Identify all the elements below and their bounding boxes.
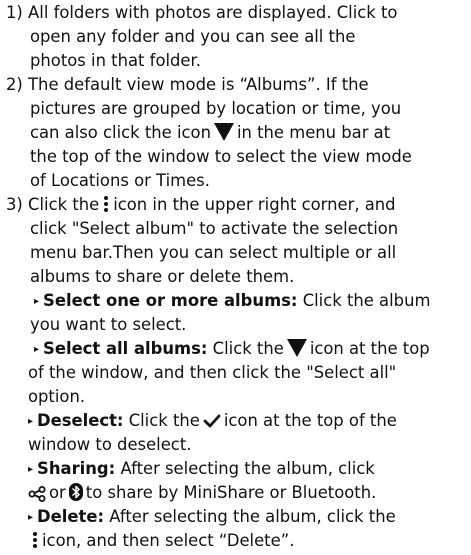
triangle-down-icon	[213, 122, 234, 141]
item-2-text-a: can also click the icon	[30, 123, 211, 142]
item-2-text-b: in the menu bar at	[236, 123, 391, 142]
item-1-number: 1)	[6, 3, 23, 22]
item-2-line-1: 2) The default view mode is “Albums”. If…	[6, 73, 369, 97]
triangle-down-icon	[286, 338, 307, 357]
item-3-line-3: menu bar.Then you can select multiple or…	[30, 243, 397, 262]
bullet-delete-text-b: icon, and then select “Delete”.	[42, 531, 295, 550]
item-3-text-b: icon in the upper right corner, and	[113, 195, 396, 214]
item-2-number: 2)	[6, 75, 23, 94]
bullet-deselect-line-2: window to deselect.	[28, 435, 192, 454]
bullet-delete: ▸ Delete: After selecting the album, clic…	[28, 505, 396, 529]
bullet-select-one-text: Click the album	[302, 291, 431, 310]
bullet-marker: ▸	[34, 344, 40, 355]
bullet-sharing: ▸ Sharing: After selecting the album, cli…	[28, 457, 375, 481]
bullet-marker: ▸	[34, 296, 40, 307]
bullet-delete-line-2: icon, and then select “Delete”.	[28, 529, 294, 553]
item-2-line-3: can also click the icon in the menu bar a…	[30, 121, 390, 145]
bullet-sharing-text: After selecting the album, click	[120, 459, 375, 478]
bullet-sharing-line-2: or to share by MiniShare or Bluetooth.	[28, 481, 376, 505]
item-3-line-1: 3) Click the icon in the upper right corn…	[6, 193, 396, 217]
bullet-select-one: ▸ Select one or more albums: Click the al…	[34, 289, 430, 313]
item-2-line-2: pictures are grouped by location or time…	[30, 99, 402, 118]
bullet-select-one-line-2: you want to select.	[30, 315, 187, 334]
item-3-line-4: albums to share or delete them.	[30, 267, 295, 286]
item-3-text-a: Click the	[28, 195, 100, 214]
item-1-text: All folders with photos are displayed. C…	[28, 3, 398, 22]
checkmark-icon	[203, 412, 221, 428]
share-icon	[28, 485, 46, 502]
bullet-delete-label: Delete:	[37, 507, 104, 526]
bullet-sharing-text-b: to share by MiniShare or Bluetooth.	[85, 483, 377, 502]
item-2-line-5: of Locations or Times.	[30, 171, 210, 190]
bullet-marker: ▸	[28, 512, 34, 523]
bullet-deselect-text-b: icon at the top of the	[223, 411, 397, 430]
item-3-line-2: click "Select album" to activate the sel…	[30, 219, 399, 238]
bullet-deselect-text-a: Click the	[128, 411, 200, 430]
more-vert-icon	[103, 195, 109, 213]
bullet-select-all-line-3: option.	[28, 387, 86, 406]
item-2-line-4: the top of the window to select the view…	[30, 147, 412, 166]
item-1-line-1: 1) All folders with photos are displayed…	[6, 1, 397, 25]
bullet-sharing-text-or: or	[49, 483, 66, 502]
bullet-select-all-label: Select all albums:	[43, 339, 208, 358]
bullet-select-all: ▸ Select all albums: Click the icon at the…	[34, 337, 430, 361]
bullet-select-all-line-2: of the window, and then click the "Selec…	[28, 363, 397, 382]
bullet-select-all-text-b: icon at the top	[309, 339, 430, 358]
bullet-delete-text: After selecting the album, click the	[109, 507, 396, 526]
bullet-marker: ▸	[28, 464, 34, 475]
bullet-select-all-text-a: Click the	[212, 339, 284, 358]
item-1-line-2: open any folder and you can see all the	[30, 27, 356, 46]
item-2-text: The default view mode is “Albums”. If th…	[28, 75, 369, 94]
bullet-marker: ▸	[28, 416, 34, 427]
bullet-select-one-label: Select one or more albums:	[43, 291, 298, 310]
item-3-number: 3)	[6, 195, 23, 214]
bullet-sharing-label: Sharing:	[37, 459, 116, 478]
bluetooth-icon	[68, 482, 83, 501]
bullet-deselect: ▸ Deselect: Click the icon at the top of t…	[28, 409, 397, 433]
bullet-deselect-label: Deselect:	[37, 411, 124, 430]
item-1-line-3: photos in that folder.	[30, 51, 201, 70]
more-vert-icon	[32, 531, 38, 549]
